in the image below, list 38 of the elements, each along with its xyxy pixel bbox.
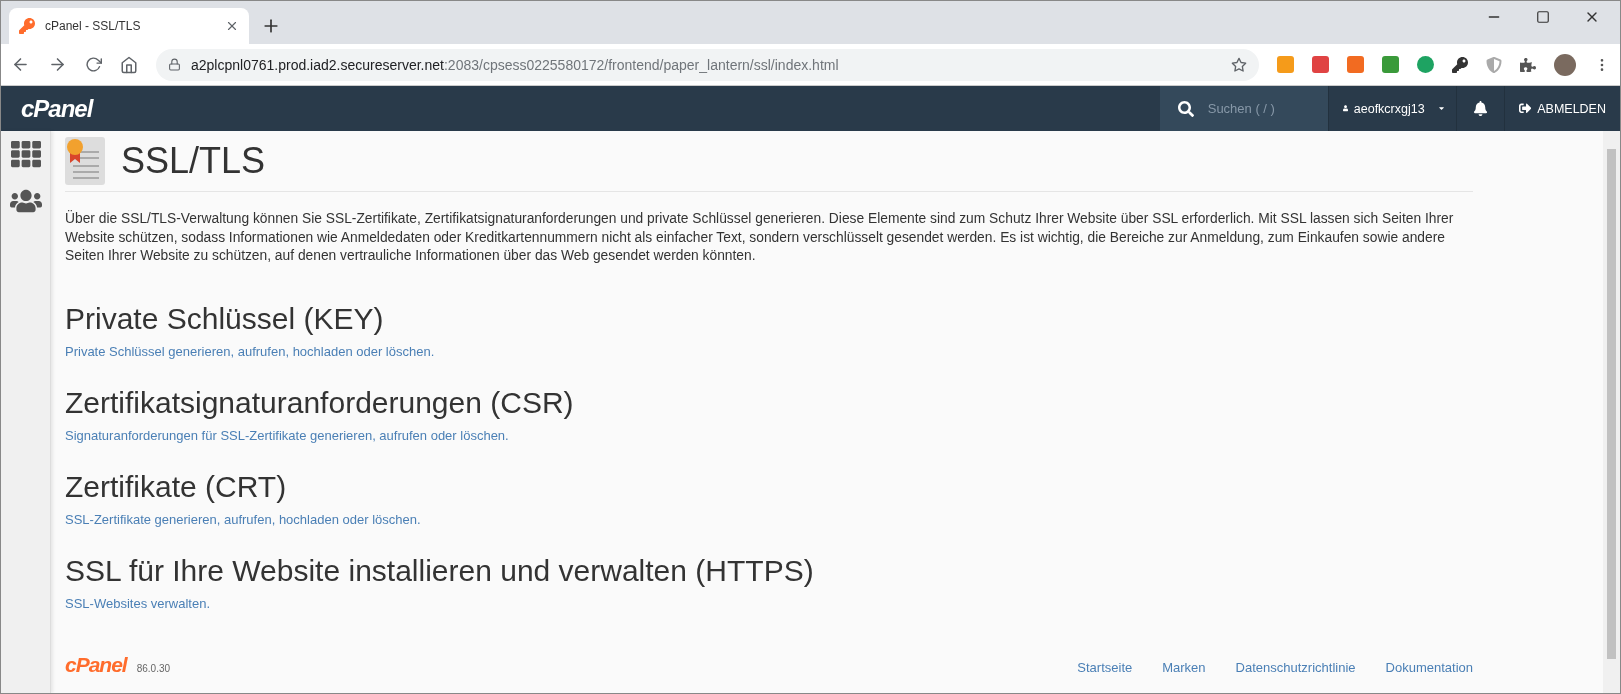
footer-link[interactable]: Datenschutzrichtlinie xyxy=(1235,660,1356,675)
section-heading: Zertifikate (CRT) xyxy=(65,469,288,504)
forward-icon[interactable] xyxy=(48,55,67,74)
section-heading: Zertifikatsignaturanforderungen (CSR) xyxy=(65,385,575,420)
browser-tab[interactable]: cPanel - SSL/TLS xyxy=(9,8,249,44)
address-bar[interactable]: a2plcpnl0761.prod.iad2.secureserver.net:2083/cpsess0225580172/frontend/paper_lantern/ssl/index.html xyxy=(156,48,1259,81)
avatar[interactable] xyxy=(1554,53,1576,76)
grid-icon[interactable] xyxy=(10,139,41,169)
logout-icon xyxy=(1518,102,1532,115)
version-text: 86.0.30 xyxy=(136,663,171,674)
cpanel-logo: cPanel xyxy=(65,653,127,677)
section-link[interactable]: Private Schlüssel generieren, aufrufen, hochladen oder löschen. xyxy=(65,343,435,359)
section-heading: SSL für Ihre Website installieren und verwalten (HTTPS) xyxy=(65,553,815,588)
back-icon[interactable] xyxy=(11,55,30,74)
footer-link[interactable]: Startseite xyxy=(1077,660,1133,675)
maximize-icon[interactable] xyxy=(1536,9,1550,25)
search-icon xyxy=(1177,100,1194,117)
cpanel-logo[interactable]: cPanel xyxy=(21,94,93,123)
star-icon[interactable] xyxy=(1231,56,1247,73)
reload-icon[interactable] xyxy=(85,56,102,73)
lock-icon xyxy=(168,58,181,71)
footer-link[interactable]: Marken xyxy=(1162,660,1206,675)
search-field[interactable]: Suchen ( / ) xyxy=(1205,100,1326,117)
home-icon[interactable] xyxy=(120,55,138,74)
section-heading: Private Schlüssel (KEY) xyxy=(65,301,385,336)
footer-link[interactable]: Dokumentation xyxy=(1385,660,1473,675)
scrollbar-thumb[interactable] xyxy=(1607,149,1616,659)
page-title: SSL/TLS xyxy=(121,140,266,182)
description-text: Über die SSL/TLS-Verwaltung können Sie SSL-Zertifikate, Zertifikatsignaturanforderungen und private Schlüssel generieren. Diese Elemente sind zum Schutz Ihrer Website über SSL erforderlich. Mit SSL lassen sich Seiten Ihrer Website schützen, sodass Informationen wie Anmeldedaten oder Kreditkartennummern nicht als einfacher Text, sondern verschlüsselt gesendet werden. Es ist wichtig, die Bereiche zur Anmeldung, zum Einkaufen sowie andere Seiten Ihrer Website zu schützen, auf denen vertrauliche Informationen über das Web gesendet werden könnten. xyxy=(65,210,1455,265)
certificate-icon xyxy=(65,137,105,185)
section-link[interactable]: Signaturanforderungen für SSL-Zertifikate generieren, aufrufen oder löschen. xyxy=(65,427,509,443)
bell-icon xyxy=(1472,101,1488,116)
puzzle-icon[interactable] xyxy=(1520,56,1536,73)
section-link[interactable]: SSL-Websites verwalten. xyxy=(65,595,210,611)
search-box[interactable]: Suchen ( / ) xyxy=(1159,86,1328,131)
section-link[interactable]: SSL-Zertifikate generieren, aufrufen, hochladen oder löschen. xyxy=(65,511,421,527)
close-icon[interactable] xyxy=(225,19,239,33)
key-icon[interactable] xyxy=(1452,56,1468,73)
